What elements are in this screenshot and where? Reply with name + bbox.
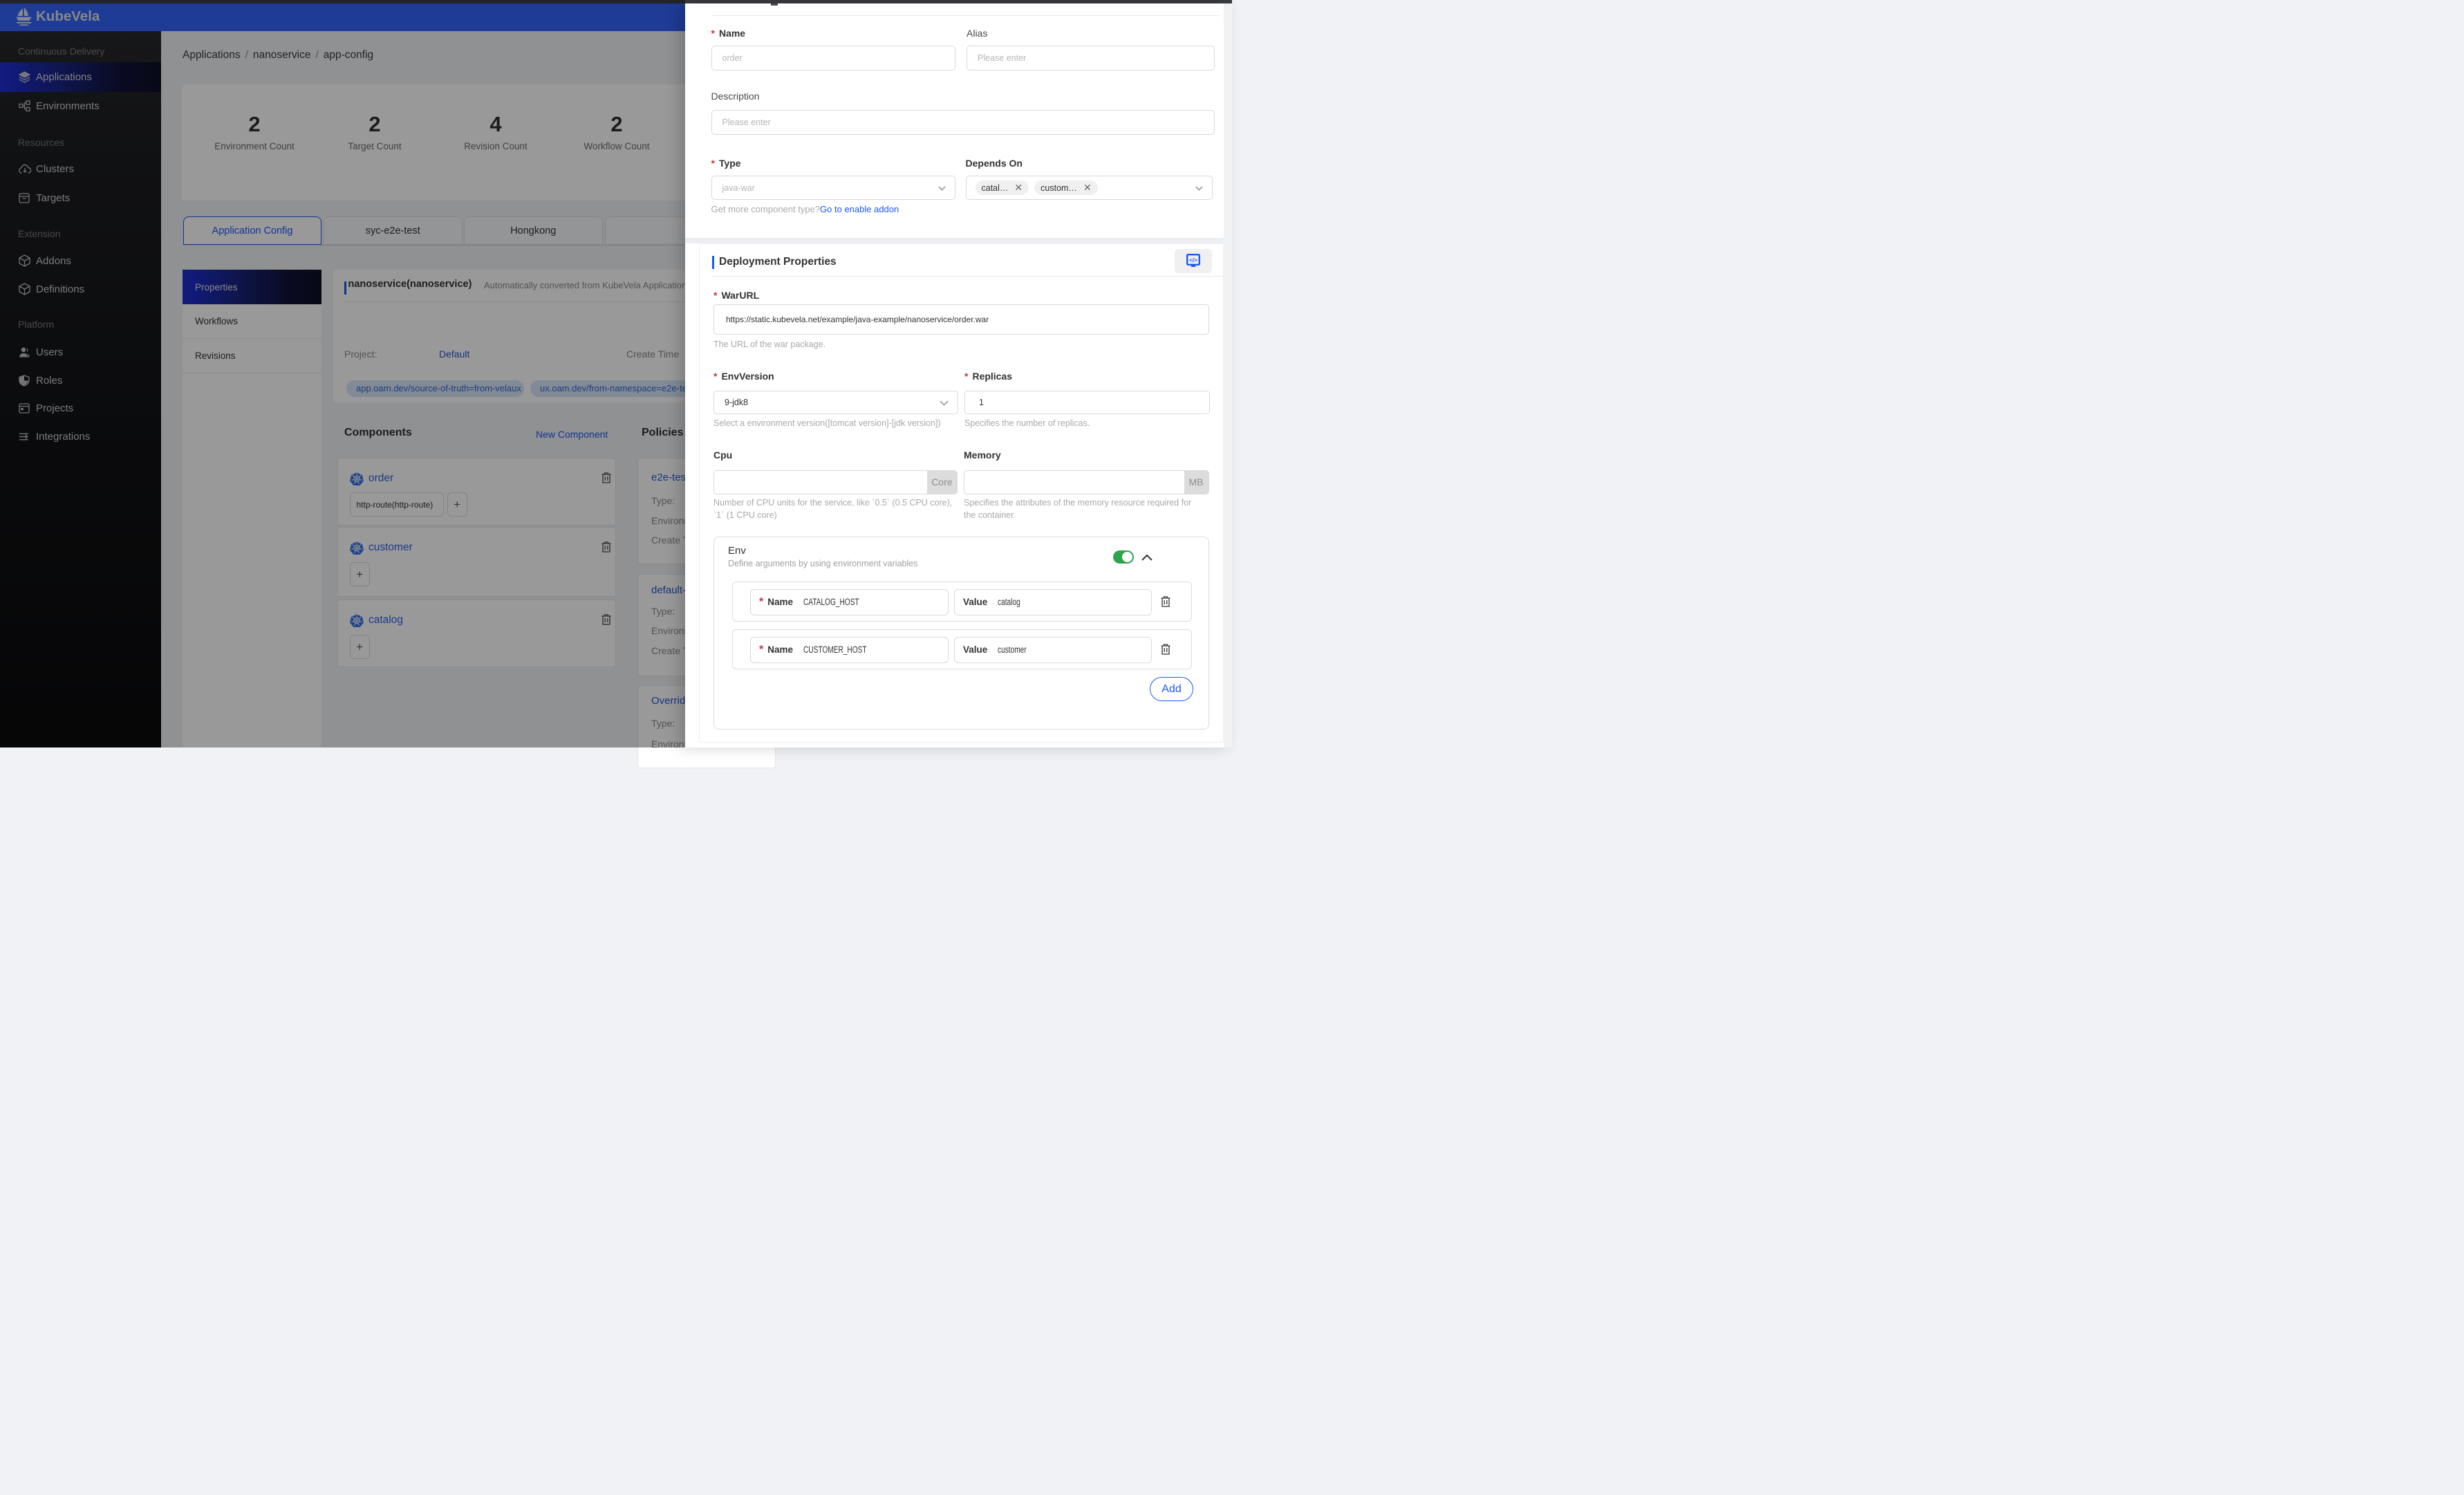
svg-text:</>: </> bbox=[1189, 257, 1197, 263]
